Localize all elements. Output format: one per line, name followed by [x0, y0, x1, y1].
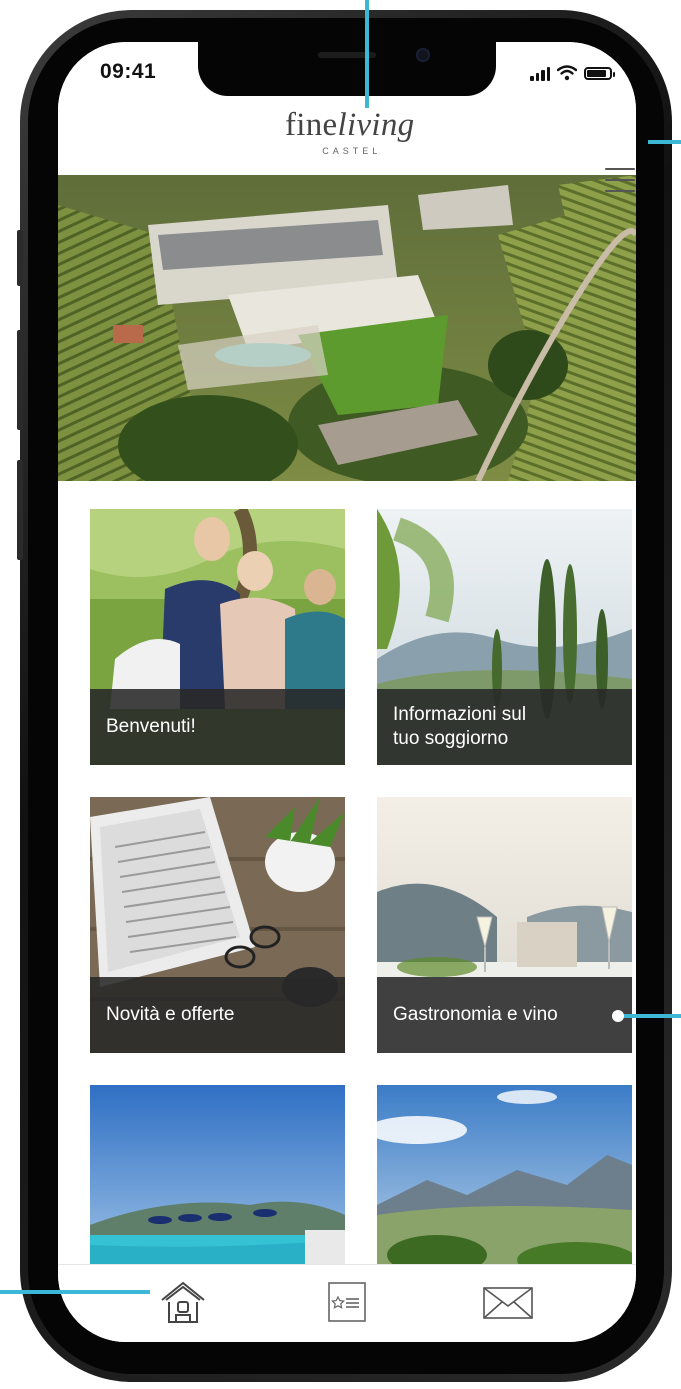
callout-line-tile	[622, 1014, 681, 1018]
volume-down-button	[17, 460, 23, 560]
logo-subtitle: CASTEL	[322, 146, 382, 156]
tab-mail[interactable]	[478, 1277, 538, 1327]
tile-stay-info[interactable]: Informazioni sul tuo soggiorno	[377, 509, 632, 765]
app-screen: Benvenuti! Informazioni sul tuo soggiorn…	[58, 42, 636, 1342]
bottom-tab-bar	[58, 1264, 636, 1342]
notch	[198, 42, 496, 96]
hero-hotel-image	[58, 175, 636, 481]
tab-favorites[interactable]	[317, 1277, 377, 1327]
camera	[416, 48, 430, 62]
tile-valley[interactable]	[377, 1085, 632, 1269]
tile-news-offers[interactable]: Novità e offerte	[90, 797, 345, 1053]
pool-photo	[90, 1085, 345, 1269]
valley-photo	[377, 1085, 632, 1269]
tile-label: Benvenuti!	[90, 689, 345, 765]
logo-wordmark: fineliving	[285, 107, 415, 143]
tile-gastronomy-wine[interactable]: Gastronomia e vino	[377, 797, 632, 1053]
home-icon	[161, 1281, 205, 1323]
status-time: 09:41	[100, 60, 157, 83]
tile-welcome[interactable]: Benvenuti!	[90, 509, 345, 765]
mail-icon	[483, 1287, 533, 1319]
callout-line-home	[0, 1290, 150, 1294]
status-icons	[530, 62, 615, 84]
app-logo: fineliving CASTEL	[285, 108, 414, 156]
volume-up-button	[17, 330, 23, 430]
callout-dot	[612, 1010, 624, 1022]
tab-home[interactable]	[153, 1277, 213, 1327]
mute-switch	[17, 230, 23, 286]
wifi-icon	[557, 65, 577, 81]
tile-pool[interactable]	[90, 1085, 345, 1269]
hamburger-menu-button[interactable]	[605, 166, 635, 194]
tile-label: Informazioni sul tuo soggiorno	[377, 689, 632, 765]
favorites-list-icon	[328, 1282, 366, 1322]
callout-line-logo	[365, 0, 369, 108]
signal-icon	[530, 66, 550, 81]
battery-icon	[584, 66, 615, 80]
callout-line-menu	[648, 140, 681, 144]
tile-label: Novità e offerte	[90, 977, 345, 1053]
tile-label: Gastronomia e vino	[377, 977, 632, 1053]
